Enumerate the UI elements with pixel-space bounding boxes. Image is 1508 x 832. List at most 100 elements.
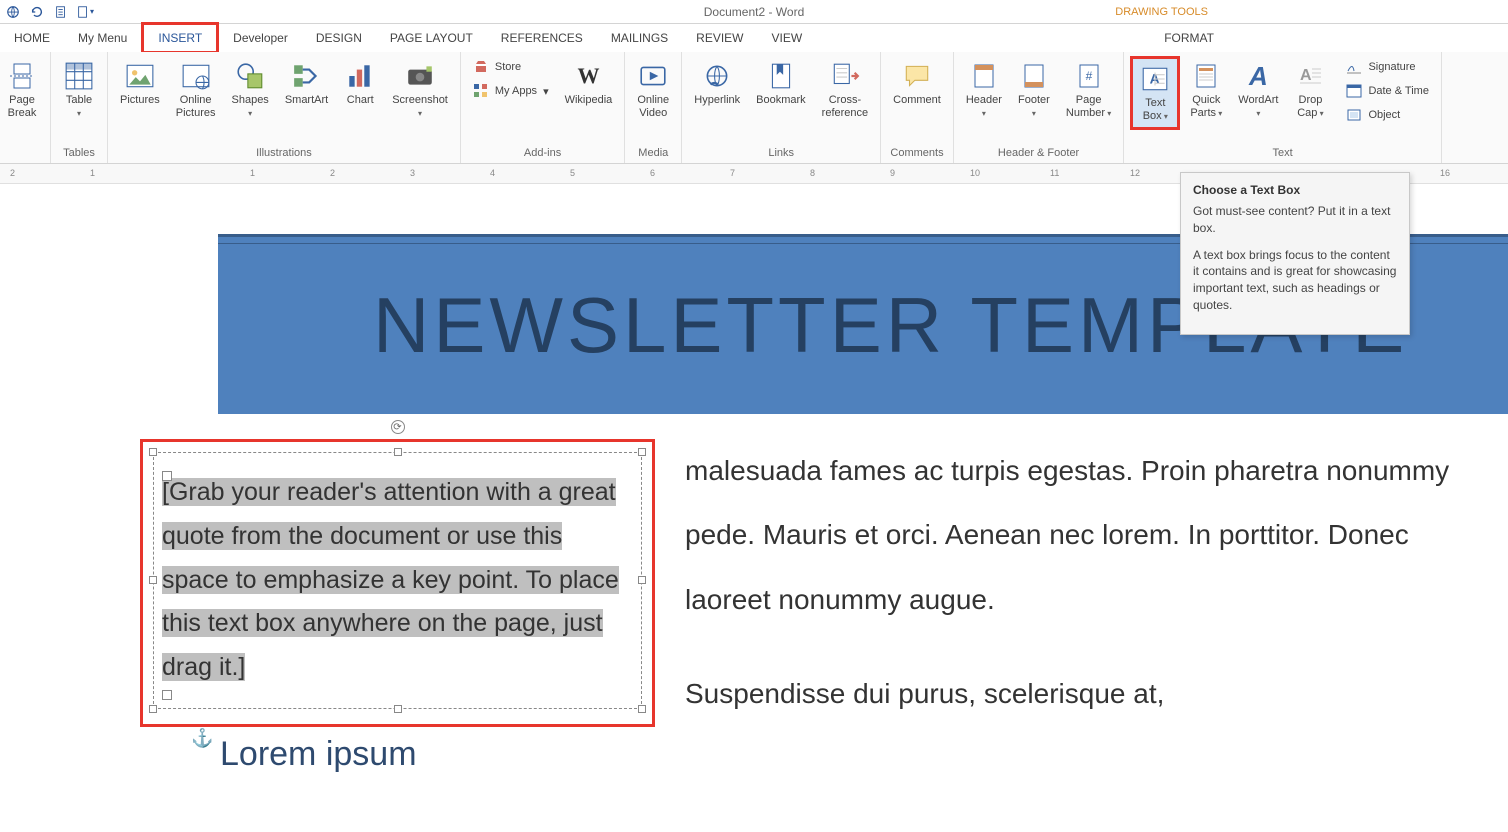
my-apps-icon (473, 83, 489, 99)
wikipedia-icon: W (572, 60, 604, 92)
header-icon (968, 60, 1000, 92)
wikipedia-button[interactable]: W Wikipedia (559, 56, 619, 111)
hyperlink-icon (701, 60, 733, 92)
qat-world-icon[interactable] (4, 3, 22, 21)
pictures-icon (124, 60, 156, 92)
tab-format[interactable]: FORMAT (1150, 25, 1228, 51)
tab-developer[interactable]: Developer (219, 25, 302, 51)
group-links-label: Links (688, 145, 874, 161)
text-box-tooltip: Choose a Text Box Got must-see content? … (1180, 172, 1410, 335)
cross-reference-icon (829, 60, 861, 92)
resize-handle-w[interactable] (149, 576, 157, 584)
page-number-button[interactable]: # Page Number ▾ (1060, 56, 1117, 124)
wordart-icon: A (1242, 60, 1274, 92)
tab-review[interactable]: REVIEW (682, 25, 757, 51)
online-pictures-button[interactable]: Online Pictures (170, 56, 222, 124)
store-button[interactable]: Store (467, 56, 555, 78)
wordart-button[interactable]: A WordArt▾ (1232, 56, 1284, 124)
shapes-button[interactable]: Shapes▾ (226, 56, 275, 124)
my-apps-button[interactable]: My Apps ▾ (467, 80, 555, 102)
comment-icon (901, 60, 933, 92)
object-button[interactable]: Object (1340, 104, 1435, 126)
selected-textbox-highlight: ⟳ [Grab your reader's attention with a g… (140, 439, 655, 727)
page-number-icon: # (1073, 60, 1105, 92)
group-header-footer-label: Header & Footer (960, 145, 1117, 161)
page-break-icon (6, 60, 38, 92)
date-time-button[interactable]: Date & Time (1340, 80, 1435, 102)
online-video-button[interactable]: Online Video (631, 56, 675, 124)
resize-handle-se[interactable] (638, 705, 646, 713)
signature-icon (1346, 59, 1362, 75)
pictures-button[interactable]: Pictures (114, 56, 166, 111)
online-pictures-icon (180, 60, 212, 92)
text-box-button[interactable]: A Text Box ▾ (1130, 56, 1180, 130)
header-button[interactable]: Header▾ (960, 56, 1008, 124)
text-box-content[interactable]: [Grab your reader's attention with a gre… (162, 471, 633, 690)
signature-button[interactable]: Signature (1340, 56, 1435, 78)
resize-handle-s[interactable] (394, 705, 402, 713)
drop-cap-button[interactable]: A Drop Cap ▾ (1288, 56, 1332, 124)
group-addins-label: Add-ins (467, 145, 618, 161)
footer-button[interactable]: Footer▾ (1012, 56, 1056, 124)
group-media-label: Media (631, 145, 675, 161)
text-box-selected[interactable]: [Grab your reader's attention with a gre… (153, 452, 642, 709)
table-icon (63, 60, 95, 92)
tab-home[interactable]: HOME (0, 25, 64, 51)
resize-handle-e[interactable] (638, 576, 646, 584)
context-tab-label: DRAWING TOOLS (1115, 6, 1208, 18)
body-text-right-column[interactable]: malesuada fames ac turpis egestas. Proin… (685, 439, 1455, 727)
quick-parts-icon (1190, 60, 1222, 92)
chart-button[interactable]: Chart (338, 56, 382, 111)
group-tables-label: Tables (57, 145, 101, 161)
bookmark-button[interactable]: Bookmark (750, 56, 812, 111)
table-button[interactable]: Table▾ (57, 56, 101, 124)
tab-insert[interactable]: INSERT (141, 22, 219, 54)
smartart-icon (291, 60, 323, 92)
ribbon: Page Break Table▾ Tables Pictures Online… (0, 52, 1508, 164)
footer-icon (1018, 60, 1050, 92)
tooltip-title: Choose a Text Box (1193, 183, 1397, 197)
page-break-button[interactable]: Page Break (0, 56, 44, 124)
anchor-icon: ⚓ (191, 728, 213, 749)
group-comments-label: Comments (887, 145, 947, 161)
chart-icon (344, 60, 376, 92)
resize-handle-n[interactable] (394, 448, 402, 456)
screenshot-button[interactable]: Screenshot▾ (386, 56, 454, 124)
comment-button[interactable]: Comment (887, 56, 947, 111)
resize-handle-nw[interactable] (149, 448, 157, 456)
object-icon (1346, 107, 1362, 123)
smartart-button[interactable]: SmartArt (279, 56, 334, 111)
qat-document-icon[interactable] (52, 3, 70, 21)
drop-cap-icon: A (1294, 60, 1326, 92)
tab-design[interactable]: DESIGN (302, 25, 376, 51)
group-illustrations-label: Illustrations (114, 145, 454, 161)
qat-refresh-icon[interactable] (28, 3, 46, 21)
lorem-heading[interactable]: Lorem ipsum (220, 735, 1508, 774)
tab-view[interactable]: VIEW (758, 25, 817, 51)
tab-mailings[interactable]: MAILINGS (597, 25, 682, 51)
video-icon (637, 60, 669, 92)
screenshot-icon (404, 60, 436, 92)
quick-parts-button[interactable]: Quick Parts ▾ (1184, 56, 1228, 124)
svg-text:A: A (1300, 67, 1312, 84)
bookmark-icon (765, 60, 797, 92)
rotate-handle[interactable]: ⟳ (391, 420, 405, 434)
resize-handle-ne[interactable] (638, 448, 646, 456)
tooltip-line1: Got must-see content? Put it in a text b… (1193, 203, 1397, 237)
hyperlink-button[interactable]: Hyperlink (688, 56, 746, 111)
tooltip-line2: A text box brings focus to the content i… (1193, 247, 1397, 314)
store-icon (473, 59, 489, 75)
group-text-label: Text (1130, 145, 1435, 161)
qat-document2-icon[interactable]: ▾ (76, 3, 94, 21)
document-title: Document2 - Word (704, 5, 804, 19)
cross-reference-button[interactable]: Cross- reference (816, 56, 874, 124)
resize-handle-sw[interactable] (149, 705, 157, 713)
title-bar: ▾ Document2 - Word DRAWING TOOLS (0, 0, 1508, 24)
tab-page-layout[interactable]: PAGE LAYOUT (376, 25, 487, 51)
ribbon-tabs: HOME My Menu INSERT Developer DESIGN PAG… (0, 24, 1508, 52)
text-box-icon: A (1139, 63, 1171, 95)
tab-my-menu[interactable]: My Menu (64, 25, 141, 51)
svg-text:#: # (1085, 69, 1092, 83)
date-time-icon (1346, 83, 1362, 99)
tab-references[interactable]: REFERENCES (487, 25, 597, 51)
